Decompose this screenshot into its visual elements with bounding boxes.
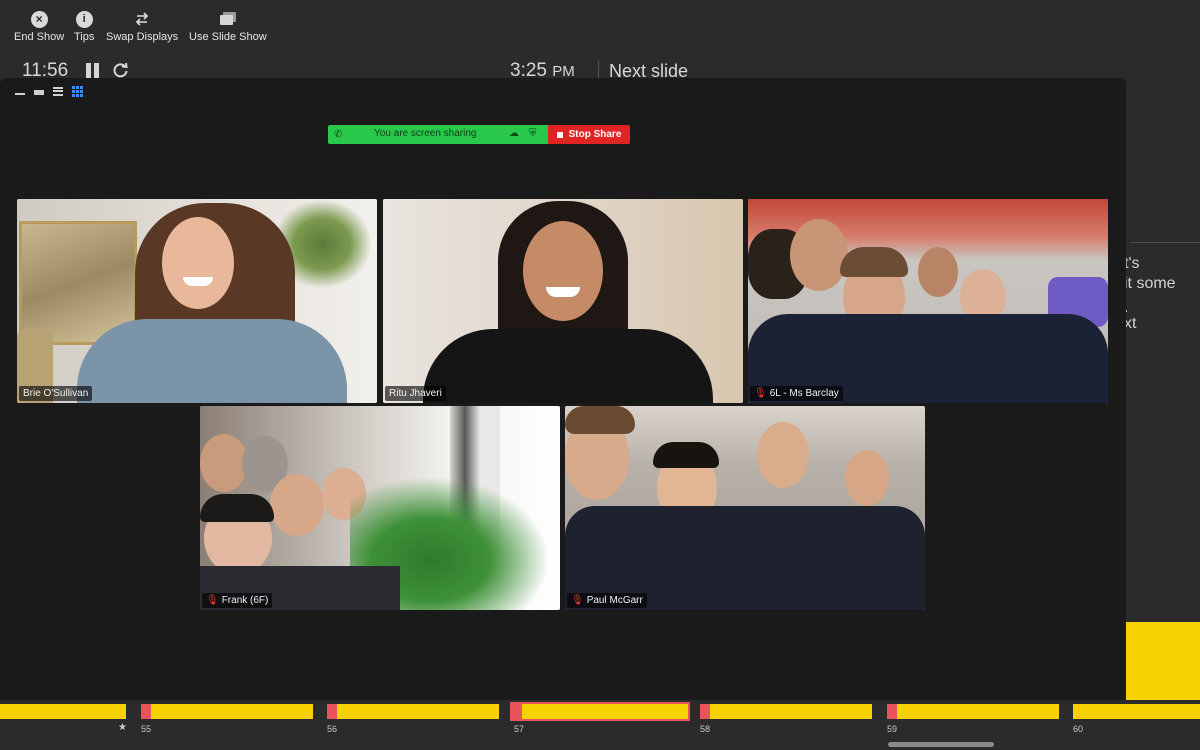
student-face (918, 247, 958, 297)
current-slide-thumbnail[interactable] (510, 702, 690, 721)
slide-thumbnail[interactable] (700, 704, 872, 719)
face (162, 217, 234, 309)
filmstrip-scrollbar[interactable] (888, 742, 994, 747)
video-tile-6l[interactable]: 🎙 6L - Ms Barclay (748, 199, 1108, 403)
student-hair (653, 442, 719, 468)
slides-icon (219, 10, 237, 28)
notes-divider (1130, 242, 1200, 243)
star-icon: ★ (118, 722, 127, 733)
pause-icon[interactable] (86, 63, 100, 78)
mic-off-icon: 🎙 (754, 388, 767, 399)
slide-number: 59 (887, 724, 898, 734)
participant-name: Brie O'Sullivan (23, 388, 89, 399)
stop-icon (556, 131, 563, 138)
notes-line: xt (1124, 315, 1137, 332)
slide-thumbnail[interactable] (327, 704, 499, 719)
student-face (757, 422, 809, 488)
participant-name-tag: 🎙 Frank (6F) (202, 593, 273, 608)
share-status-text: You are screen sharing (374, 128, 477, 139)
video-tile-brie[interactable]: Brie O'Sullivan (17, 199, 377, 403)
stop-share-button[interactable]: Stop Share (548, 125, 630, 144)
phone-icon: ✆ (334, 129, 343, 140)
slide-thumbnail[interactable] (887, 704, 1059, 719)
video-tile-frank[interactable]: 🎙 Frank (6F) (200, 406, 560, 610)
notes-line: it some (1124, 275, 1176, 292)
face (523, 221, 603, 321)
smile (546, 287, 580, 297)
end-show-label: End Show (14, 31, 65, 43)
student-hair (200, 494, 274, 522)
slide-number: 55 (141, 724, 152, 734)
participant-name-tag: Ritu Jhaveri (385, 386, 446, 401)
speaker-notes: t's it some . xt (1124, 254, 1176, 334)
swap-displays-button[interactable]: Swap Displays (106, 10, 178, 43)
slide-number: 56 (327, 724, 338, 734)
smile (183, 277, 213, 286)
student-hair (565, 406, 635, 434)
end-show-button[interactable]: × End Show (14, 10, 64, 43)
notes-line: t's (1124, 255, 1140, 272)
participant-name-tag: 🎙 6L - Ms Barclay (750, 386, 843, 401)
use-slide-show-button[interactable]: Use Slide Show (189, 10, 267, 43)
share-status[interactable]: ✆ You are screen sharing ☁ ⛨ (328, 125, 548, 144)
slide-thumbnail[interactable] (1073, 704, 1200, 719)
video-tile-paul[interactable]: 🎙 Paul McGarr (565, 406, 925, 610)
student-hair (840, 247, 908, 277)
tips-label: Tips (74, 31, 95, 43)
presenter-toolbar: × End Show i Tips Swap Displays Use Slid… (0, 0, 1200, 52)
slide-number: 60 (1073, 724, 1084, 734)
close-circle-icon: × (30, 10, 48, 28)
swap-arrows-icon (133, 10, 151, 28)
participant-name: 6L - Ms Barclay (769, 388, 839, 399)
next-slide-preview (1124, 622, 1200, 706)
screen-share-bar: ✆ You are screen sharing ☁ ⛨ Stop Share (328, 125, 630, 144)
gallery-grid-icon[interactable] (72, 85, 83, 97)
slide-thumbnail[interactable] (0, 704, 126, 719)
shield-icon: ⛨ (529, 128, 537, 139)
cloud-icon: ☁ (509, 128, 519, 139)
participant-name-tag: Brie O'Sullivan (19, 386, 93, 401)
mic-off-icon: 🎙 (571, 595, 584, 606)
participant-name-tag: 🎙 Paul McGarr (567, 593, 647, 608)
restart-icon[interactable] (112, 62, 129, 79)
student-face (845, 450, 889, 506)
stop-share-label: Stop Share (568, 129, 622, 140)
participant-name: Ritu Jhaveri (389, 388, 442, 399)
slide-thumbnail[interactable] (141, 704, 313, 719)
participant-name: Frank (6F) (221, 595, 269, 606)
slide-number: 57 (514, 724, 525, 734)
video-tile-ritu[interactable]: Ritu Jhaveri (383, 199, 743, 403)
minimized-view-icon[interactable] (15, 93, 25, 95)
sweater (77, 319, 347, 403)
mic-off-icon: 🎙 (206, 595, 219, 606)
info-icon: i (75, 10, 93, 28)
view-toggles (15, 85, 83, 97)
speaker-view-icon[interactable] (34, 90, 44, 95)
student-face (270, 474, 324, 536)
participant-name: Paul McGarr (586, 595, 643, 606)
zoom-gallery-window: ✆ You are screen sharing ☁ ⛨ Stop Share … (0, 78, 1126, 706)
slide-filmstrip: ★ 55 56 57 58 59 60 (0, 700, 1200, 750)
student-face (200, 434, 248, 492)
tshirt (423, 329, 713, 403)
slide-number: 58 (700, 724, 711, 734)
swap-displays-label: Swap Displays (106, 31, 179, 43)
use-slide-show-label: Use Slide Show (189, 31, 267, 43)
tips-button[interactable]: i Tips (74, 10, 94, 43)
strip-view-icon[interactable] (53, 86, 63, 96)
student-face (790, 219, 848, 291)
